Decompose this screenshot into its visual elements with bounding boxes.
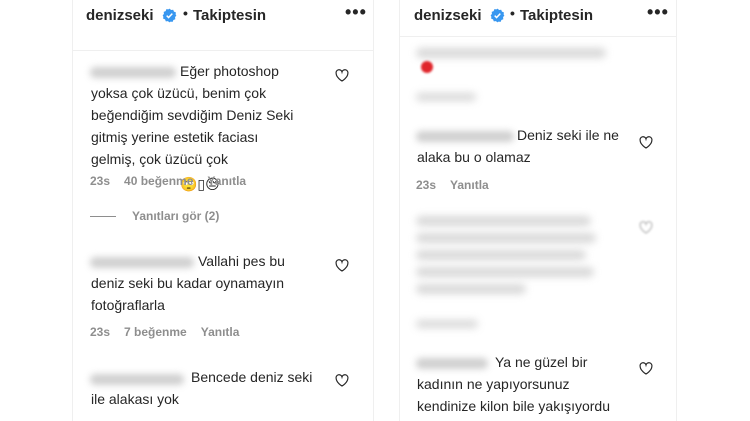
follow-status[interactable]: Takiptesin	[193, 7, 266, 24]
comments-panel-right: denizseki • Takiptesin ••• Deniz seki il…	[399, 0, 677, 421]
reply-button[interactable]: Yanıtla	[207, 174, 246, 188]
like-heart-icon[interactable]	[639, 362, 653, 375]
comment-meta: 23s 7 beğenme Yanıtla	[90, 325, 253, 339]
blurred-text	[416, 284, 526, 294]
header-divider	[73, 50, 373, 51]
reply-button[interactable]: Yanıtla	[450, 178, 489, 192]
verified-badge-icon	[162, 8, 177, 23]
comment-meta: 23s 40 beğenme Yanıtla	[90, 174, 260, 188]
comment-text: Bencede deniz seki ile alakası yok	[91, 369, 313, 407]
view-replies-button[interactable]: Yanıtları gör (2)	[132, 209, 219, 223]
blurred-text	[416, 48, 606, 58]
like-heart-icon[interactable]	[335, 69, 349, 82]
comment-time[interactable]: 23s	[90, 325, 110, 339]
blurred-emoji	[421, 61, 433, 73]
username[interactable]: denizseki	[414, 7, 482, 24]
comment-text: Vallahi pes bu deniz seki bu kadar oynam…	[91, 253, 285, 313]
blurred-text	[416, 250, 586, 260]
like-heart-icon[interactable]	[335, 374, 349, 387]
comment-text: Ya ne güzel bir kadının ne yapıyorsunuz …	[417, 354, 610, 414]
like-heart-icon[interactable]	[639, 136, 653, 149]
blurred-meta	[416, 93, 476, 101]
like-count[interactable]: 7 beğenme	[124, 325, 187, 339]
more-options-icon[interactable]: •••	[647, 2, 669, 23]
like-count[interactable]: 40 beğenme	[124, 174, 193, 188]
blurred-text	[416, 216, 591, 226]
blurred-meta	[416, 320, 478, 328]
replies-divider	[90, 216, 116, 217]
separator-dot: •	[510, 5, 515, 21]
separator-dot: •	[183, 5, 188, 21]
comment-time[interactable]: 23s	[90, 174, 110, 188]
post-header: denizseki • Takiptesin •••	[73, 0, 373, 38]
blurred-text	[416, 267, 594, 277]
comment-time[interactable]: 23s	[416, 178, 436, 192]
like-heart-icon[interactable]	[639, 221, 653, 234]
header-divider	[400, 36, 676, 37]
comment-meta: 23s Yanıtla	[416, 178, 503, 192]
follow-status[interactable]: Takiptesin	[520, 7, 593, 24]
reply-button[interactable]: Yanıtla	[201, 325, 240, 339]
username[interactable]: denizseki	[86, 7, 154, 24]
verified-badge-icon	[490, 8, 505, 23]
more-options-icon[interactable]: •••	[345, 2, 367, 23]
post-header: denizseki • Takiptesin •••	[400, 0, 676, 38]
comments-panel-left: denizseki • Takiptesin ••• Eğer photosho…	[72, 0, 374, 421]
like-heart-icon[interactable]	[335, 259, 349, 272]
comment-text: Deniz seki ile ne alaka bu o olamaz	[417, 127, 619, 165]
blurred-text	[416, 233, 596, 243]
